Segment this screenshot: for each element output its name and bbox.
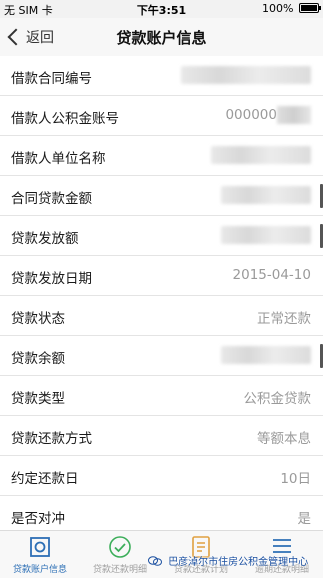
row-label: 贷款发放额 <box>11 231 79 247</box>
row-disbursed-amount: 贷款发放额 <box>0 216 323 256</box>
row-label: 借款合同编号 <box>11 71 92 87</box>
row-contract-number: 借款合同编号 <box>0 56 323 96</box>
status-bar: 无 SIM 卡 下午3:51 100% <box>0 0 323 18</box>
row-label: 合同贷款金额 <box>11 191 92 207</box>
row-loan-type: 贷款类型 公积金贷款 <box>0 376 323 416</box>
row-label: 约定还款日 <box>11 471 79 487</box>
battery-icon <box>299 3 321 13</box>
battery-indicator: 100% <box>262 2 321 15</box>
row-value: 等额本息 <box>257 431 311 447</box>
masked-value <box>221 186 311 204</box>
row-label: 贷款余额 <box>11 351 65 367</box>
account-info-icon <box>30 537 50 557</box>
masked-value <box>277 106 311 124</box>
row-repayment-day: 约定还款日 10日 <box>0 456 323 496</box>
row-contract-amount: 合同贷款金额 <box>0 176 323 216</box>
row-label: 贷款发放日期 <box>11 271 92 287</box>
watermark-text: 巴彦淖尔市住房公积金管理中心 <box>168 557 309 568</box>
row-employer-name: 借款人单位名称 <box>0 136 323 176</box>
row-value: 正常还款 <box>257 311 311 327</box>
masked-value <box>221 346 311 364</box>
row-label: 是否对冲 <box>11 511 65 527</box>
row-repayment-method: 贷款还款方式 等额本息 <box>0 416 323 456</box>
wechat-icon <box>148 556 162 566</box>
masked-value <box>181 66 311 84</box>
watermark: 巴彦淖尔市住房公积金管理中心 <box>148 553 308 568</box>
row-value: 公积金贷款 <box>243 391 312 407</box>
loan-info-list: 借款合同编号 借款人公积金账号 000000 借款人单位名称 合同贷款金额 贷款… <box>0 56 323 536</box>
row-value: 2015-04-10 <box>232 267 311 283</box>
battery-percent: 100% <box>262 2 294 15</box>
tab-label: 贷款账户信息 <box>12 565 67 575</box>
page-title: 贷款账户信息 <box>116 29 207 47</box>
row-disbursed-date: 贷款发放日期 2015-04-10 <box>0 256 323 296</box>
row-value: 000000 <box>225 107 277 123</box>
row-label: 借款人单位名称 <box>11 151 106 167</box>
navigation-bar: 返回 贷款账户信息 <box>0 18 323 57</box>
row-value: 10日 <box>280 471 311 487</box>
row-label: 贷款类型 <box>11 391 65 407</box>
row-loan-balance: 贷款余额 <box>0 336 323 376</box>
check-circle-icon <box>109 536 131 558</box>
row-fund-account: 借款人公积金账号 000000 <box>0 96 323 136</box>
row-loan-status: 贷款状态 正常还款 <box>0 296 323 336</box>
row-label: 贷款还款方式 <box>11 431 92 447</box>
row-label: 贷款状态 <box>11 311 65 327</box>
tab-account-info[interactable]: 贷款账户信息 <box>0 535 80 575</box>
masked-value <box>211 146 311 164</box>
masked-value <box>221 226 311 244</box>
row-label: 借款人公积金账号 <box>11 111 119 127</box>
row-value: 是 <box>297 511 312 527</box>
